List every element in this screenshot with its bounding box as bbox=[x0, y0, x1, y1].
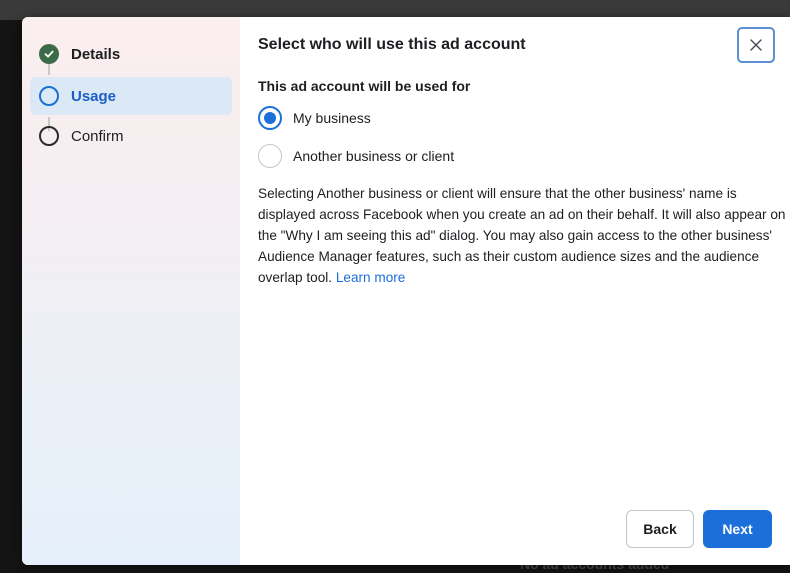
close-button[interactable] bbox=[737, 27, 775, 63]
learn-more-link[interactable]: Learn more bbox=[336, 270, 406, 285]
dialog-content: Select who will use this ad account This… bbox=[240, 17, 790, 565]
radio-another-business[interactable] bbox=[258, 144, 282, 168]
close-icon bbox=[750, 39, 762, 51]
option-another-business-label: Another business or client bbox=[293, 148, 455, 164]
step-usage[interactable]: Usage bbox=[30, 77, 232, 115]
next-button[interactable]: Next bbox=[703, 510, 772, 548]
step-details[interactable]: Details bbox=[30, 35, 232, 73]
dialog-title: Select who will use this ad account bbox=[258, 36, 526, 53]
option-my-business-label: My business bbox=[293, 110, 371, 126]
ad-account-usage-dialog: Details Usage Confirm Select who will us… bbox=[22, 17, 790, 565]
step-confirm[interactable]: Confirm bbox=[30, 117, 232, 155]
step-details-label: Details bbox=[71, 45, 121, 63]
option-my-business[interactable]: My business bbox=[258, 106, 371, 130]
circle-outline-icon bbox=[39, 86, 59, 106]
usage-description: Selecting Another business or client wil… bbox=[258, 183, 788, 288]
back-button[interactable]: Back bbox=[626, 510, 694, 548]
step-usage-label: Usage bbox=[71, 87, 117, 105]
option-another-business[interactable]: Another business or client bbox=[258, 144, 454, 168]
circle-outline-icon bbox=[39, 126, 59, 146]
wizard-sidebar: Details Usage Confirm bbox=[22, 17, 240, 565]
check-circle-icon bbox=[39, 44, 59, 64]
usage-section-label: This ad account will be used for bbox=[258, 78, 471, 94]
radio-my-business[interactable] bbox=[258, 106, 282, 130]
step-confirm-label: Confirm bbox=[71, 127, 124, 145]
